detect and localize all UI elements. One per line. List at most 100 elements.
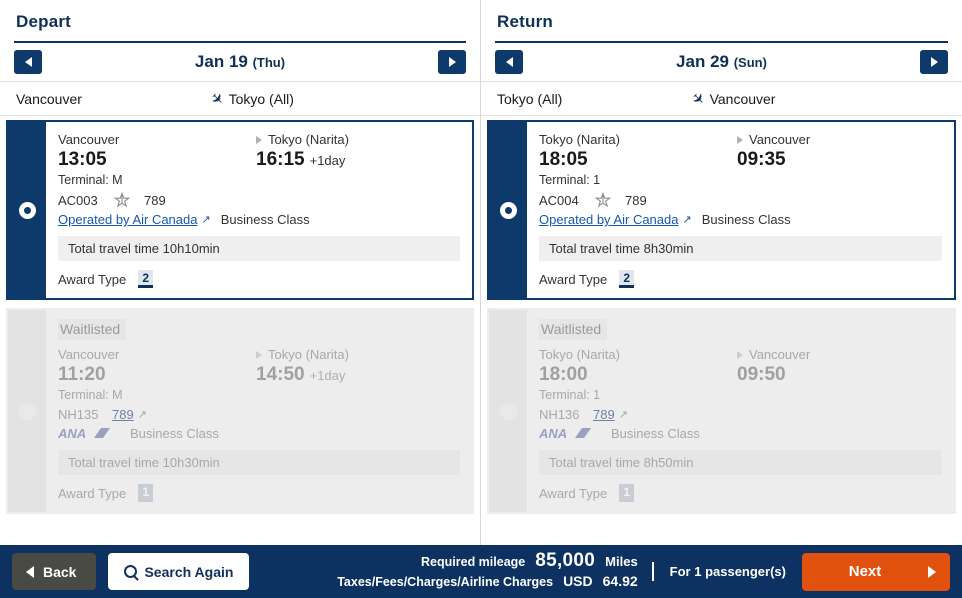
flight-arrival-time: 09:35 — [737, 149, 786, 170]
flight-departure-city: Tokyo (Narita) — [539, 132, 620, 147]
flight-cities: Tokyo (Narita) Vancouver — [539, 346, 942, 363]
depart-column-title: Depart — [16, 12, 72, 31]
flight-terminal: Terminal: 1 — [539, 173, 601, 187]
flight-number-row: NH136 789 ↗ — [539, 407, 942, 422]
flight-cities: Tokyo (Narita) Vancouver — [539, 131, 942, 148]
travel-time-label: Total travel time — [549, 455, 641, 470]
flight-radio-unselected[interactable] — [18, 402, 36, 420]
flight-arrival-city-wrap: Tokyo (Narita) — [256, 346, 349, 363]
flight-times: 13:05 16:15 +1day — [58, 149, 460, 171]
star-alliance-icon — [595, 192, 611, 208]
flight-radio-selected[interactable] — [18, 201, 36, 219]
flight-arrival-city: Vancouver — [749, 347, 811, 362]
award-type-label: Award Type — [539, 485, 608, 501]
required-mileage-row: Required mileage 85,000 Miles — [337, 551, 638, 572]
flight-select-gutter — [489, 122, 527, 298]
flight-columns: Depart Jan 19 (Thu) Vancouver ✈ Tokyo (A… — [0, 0, 962, 545]
next-button[interactable]: Next — [802, 552, 950, 591]
taxes-row: Taxes/Fees/Charges/Airline Charges USD 6… — [337, 572, 637, 592]
flight-departure-time: 11:20 — [58, 364, 106, 385]
travel-time-label: Total travel time — [549, 241, 641, 256]
flight-radio-selected[interactable] — [499, 201, 517, 219]
flight-cities: Vancouver Tokyo (Narita) — [58, 346, 460, 363]
flight-number: NH135 — [58, 407, 99, 422]
return-flight-list: Tokyo (Narita) Vancouver 18:05 09:35 Ter… — [481, 120, 962, 514]
flight-select-gutter — [489, 310, 527, 512]
flight-number-row: AC004 789 — [539, 192, 942, 208]
operated-by-link[interactable]: Operated by Air Canada — [58, 212, 197, 227]
return-destination-wrap: ✈ Vancouver — [687, 88, 776, 109]
depart-origin: Vancouver — [16, 90, 82, 107]
flight-arrival-time-wrap: 09:35 — [737, 149, 791, 171]
search-again-button[interactable]: Search Again — [108, 553, 250, 590]
travel-time-value: 8h50min — [643, 455, 694, 470]
chevron-left-icon — [24, 57, 32, 67]
award-type-badge[interactable]: 2 — [138, 270, 154, 288]
flight-cabin-class: Business Class — [701, 212, 791, 227]
depart-destination-wrap: ✈ Tokyo (All) — [206, 88, 293, 109]
flight-option-waitlisted[interactable]: Waitlisted Vancouver Tokyo (Narita) 11:2… — [6, 308, 474, 514]
flight-award-row: Award Type 2 — [539, 270, 942, 288]
radio-dot-icon — [504, 206, 512, 214]
chevron-right-icon — [928, 565, 936, 578]
back-button[interactable]: Back — [12, 553, 97, 590]
passenger-count: For 1 passenger(s) — [651, 562, 786, 581]
flight-departure-city: Vancouver — [58, 132, 120, 147]
award-type-badge[interactable]: 1 — [619, 484, 635, 502]
travel-time-value: 10h30min — [162, 455, 220, 470]
flight-option-selected[interactable]: Tokyo (Narita) Vancouver 18:05 09:35 Ter… — [487, 120, 956, 300]
flight-arrival-city-wrap: Vancouver — [737, 346, 810, 363]
flight-award-row: Award Type 1 — [539, 484, 942, 502]
award-flight-selection-screen: Depart Jan 19 (Thu) Vancouver ✈ Tokyo (A… — [0, 0, 962, 598]
flight-arrival-time: 14:50 — [256, 364, 305, 385]
bottom-action-bar: Back Search Again Required mileage 85,00… — [0, 545, 962, 598]
flight-details: Waitlisted Vancouver Tokyo (Narita) 11:2… — [46, 310, 472, 512]
travel-time-label: Total travel time — [68, 241, 160, 256]
flight-cabin-class: Business Class — [130, 426, 219, 441]
flight-equipment-link[interactable]: 789 — [112, 407, 134, 422]
flight-cities: Vancouver Tokyo (Narita) — [58, 131, 460, 148]
flight-option-waitlisted[interactable]: Waitlisted Tokyo (Narita) Vancouver 18:0… — [487, 308, 956, 514]
depart-date-value: Jan 19 — [194, 52, 248, 71]
external-link-icon: ↗ — [137, 409, 147, 421]
arrow-right-icon — [256, 135, 262, 144]
flight-equipment: 789 — [625, 192, 647, 208]
fare-summary: Required mileage 85,000 Miles Taxes/Fees… — [337, 551, 651, 592]
flight-number-row: AC003 789 — [58, 192, 460, 208]
flight-equipment-link[interactable]: 789 — [593, 407, 615, 422]
return-destination: Vancouver — [709, 90, 776, 107]
flight-arrival-city-wrap: Tokyo (Narita) — [256, 131, 349, 148]
depart-next-day-button[interactable] — [438, 50, 466, 74]
flight-day-offset: +1day — [309, 153, 346, 168]
flight-arrival-city: Tokyo (Narita) — [268, 347, 349, 362]
depart-route: Vancouver ✈ Tokyo (All) — [0, 82, 480, 116]
award-type-badge[interactable]: 1 — [138, 484, 154, 502]
flight-arrival-time-wrap: 16:15 +1day — [256, 149, 345, 171]
flight-travel-time-bar: Total travel time 8h50min — [539, 450, 942, 475]
required-mileage-label: Required mileage — [421, 555, 526, 569]
waitlisted-status-badge: Waitlisted — [539, 319, 608, 340]
flight-terminal: Terminal: 1 — [539, 388, 601, 402]
flight-select-gutter — [8, 310, 46, 512]
radio-dot-icon — [23, 206, 31, 214]
flight-operator-row: Operated by Air Canada ↗ Business Class — [539, 212, 942, 227]
search-icon — [124, 565, 138, 578]
radio-dot-icon — [504, 407, 512, 415]
award-type-badge[interactable]: 2 — [619, 270, 635, 288]
depart-prev-day-button[interactable] — [14, 50, 42, 74]
operated-by-link[interactable]: Operated by Air Canada — [539, 212, 678, 227]
return-next-day-button[interactable] — [920, 50, 948, 74]
flight-select-gutter — [8, 122, 46, 298]
flight-arrival-time-wrap: 14:50 +1day — [256, 364, 345, 386]
return-prev-day-button[interactable] — [495, 50, 523, 74]
radio-dot-icon — [23, 407, 31, 415]
chevron-right-icon — [930, 57, 938, 67]
depart-column: Depart Jan 19 (Thu) Vancouver ✈ Tokyo (A… — [0, 0, 481, 545]
taxes-label: Taxes/Fees/Charges/Airline Charges — [337, 575, 554, 589]
flight-radio-unselected[interactable] — [499, 402, 517, 420]
flight-option-selected[interactable]: Vancouver Tokyo (Narita) 13:05 16:15 +1d… — [6, 120, 474, 300]
depart-weekday: (Thu) — [252, 55, 286, 70]
award-type-label: Award Type — [58, 485, 127, 501]
flight-times: 18:00 09:50 — [539, 364, 942, 386]
flight-award-row: Award Type 2 — [58, 270, 460, 288]
